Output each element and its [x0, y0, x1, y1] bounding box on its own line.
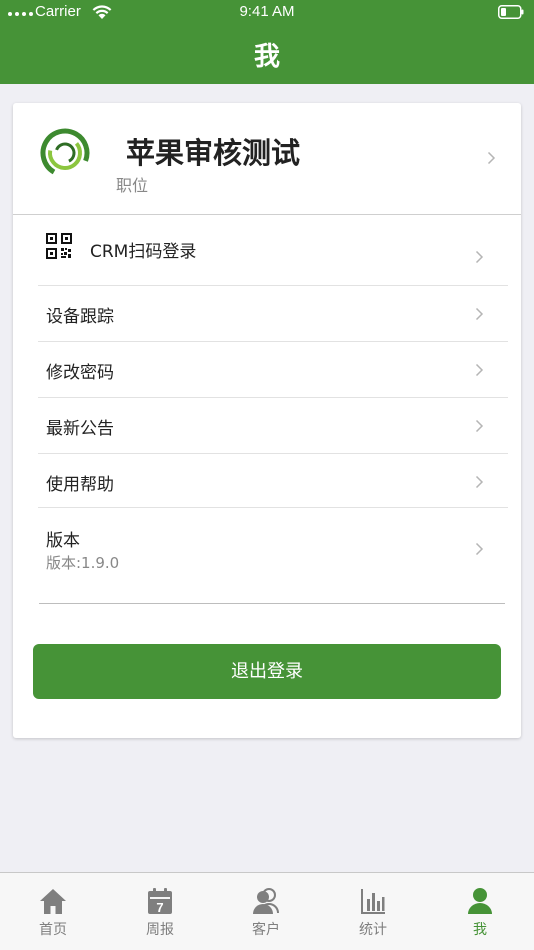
- chevron-right-icon: [475, 475, 484, 489]
- chevron-right-icon: [475, 363, 484, 377]
- chevron-right-icon: [475, 419, 484, 433]
- clock: 9:41 AM: [239, 3, 295, 20]
- menu-item-label: 版本: [46, 531, 80, 551]
- battery-icon: [498, 5, 524, 19]
- tab-label: 周报: [146, 922, 174, 938]
- calendar-icon: 7: [148, 888, 172, 915]
- tab-label: 客户: [252, 922, 280, 938]
- home-icon: [40, 889, 66, 914]
- person-icon: [468, 888, 492, 914]
- menu-item-label: 修改密码: [46, 363, 114, 383]
- logout-button[interactable]: 退出登录: [33, 644, 501, 699]
- tab-statistics[interactable]: 统计: [320, 873, 426, 950]
- chevron-right-icon: [475, 250, 484, 264]
- page-title: 我: [253, 42, 280, 72]
- chevron-right-icon: [487, 151, 496, 165]
- tab-label: 我: [473, 922, 487, 938]
- version-value: 版本:1.9.0: [46, 554, 120, 572]
- chevron-right-icon: [475, 307, 484, 321]
- profile-role: 职位: [116, 176, 149, 195]
- menu-item-crm-scan-login[interactable]: CRM扫码登录: [38, 215, 508, 286]
- bar-chart-icon: [361, 889, 385, 914]
- menu-item-label: 最新公告: [46, 419, 114, 439]
- menu-item-version[interactable]: 版本 版本:1.9.0: [38, 508, 508, 583]
- tab-weekly-report[interactable]: 7 周报: [107, 873, 213, 950]
- menu-item-change-password[interactable]: 修改密码: [38, 342, 508, 398]
- company-logo: [40, 128, 90, 178]
- tab-me[interactable]: 我: [427, 873, 533, 950]
- tab-home[interactable]: 首页: [0, 873, 106, 950]
- customers-icon: [253, 888, 279, 914]
- divider: [39, 603, 505, 604]
- status-bar: Carrier 9:41 AM: [0, 0, 534, 26]
- header: Carrier 9:41 AM 我: [0, 0, 534, 84]
- menu-item-device-tracking[interactable]: 设备跟踪: [38, 286, 508, 342]
- tab-label: 统计: [359, 922, 387, 938]
- profile-card: 苹果审核测试 职位 CRM扫码登录 设备跟踪 修改密码 最新公告 使用帮助 版本…: [13, 103, 521, 738]
- tab-customers[interactable]: 客户: [213, 873, 319, 950]
- svg-text:7: 7: [156, 900, 163, 915]
- profile-row[interactable]: 苹果审核测试 职位: [13, 103, 521, 215]
- menu-item-label: 使用帮助: [46, 475, 114, 495]
- profile-name: 苹果审核测试: [126, 136, 301, 170]
- menu-item-label: CRM扫码登录: [90, 242, 197, 262]
- qr-code-icon: [46, 233, 72, 259]
- tab-label: 首页: [39, 922, 67, 938]
- menu-item-label: 设备跟踪: [46, 307, 114, 327]
- tab-bar: 首页 7 周报 客户 统计 我: [0, 872, 534, 950]
- menu-item-help[interactable]: 使用帮助: [38, 454, 508, 508]
- screen: Carrier 9:41 AM 我 苹果审核测试 职位 CRM扫码登录 设备跟踪…: [0, 0, 534, 950]
- chevron-right-icon: [475, 542, 484, 556]
- menu-item-latest-announcement[interactable]: 最新公告: [38, 398, 508, 454]
